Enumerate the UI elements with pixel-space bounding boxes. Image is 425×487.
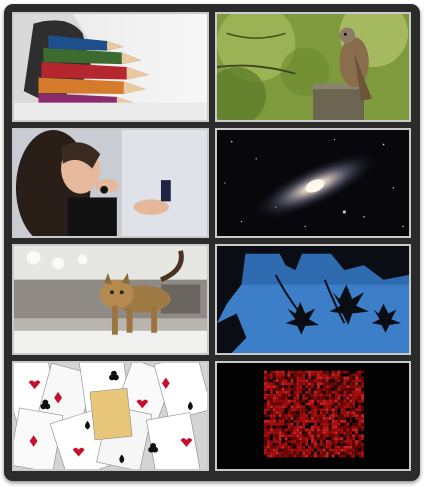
tile-andromeda-galaxy[interactable] bbox=[215, 128, 411, 238]
tile-colored-pencils[interactable] bbox=[12, 12, 209, 122]
walking-cat-image bbox=[14, 246, 207, 353]
photo-collage-grid bbox=[12, 12, 411, 471]
colored-pencils-image bbox=[14, 14, 207, 120]
playing-cards-image bbox=[14, 363, 207, 469]
tile-playing-cards[interactable] bbox=[12, 361, 209, 471]
red-pixel-pattern-image bbox=[217, 363, 409, 469]
tile-kestrel[interactable] bbox=[215, 12, 411, 122]
kestrel-image bbox=[217, 14, 409, 120]
tile-woman-with-mirror[interactable] bbox=[12, 128, 209, 238]
tile-maple-leaves[interactable] bbox=[215, 244, 411, 355]
woman-with-mirror-image bbox=[14, 130, 207, 236]
andromeda-galaxy-image bbox=[217, 130, 409, 236]
tile-walking-cat[interactable] bbox=[12, 244, 209, 355]
tile-red-pixel-pattern[interactable] bbox=[215, 361, 411, 471]
maple-leaves-image bbox=[217, 246, 409, 353]
